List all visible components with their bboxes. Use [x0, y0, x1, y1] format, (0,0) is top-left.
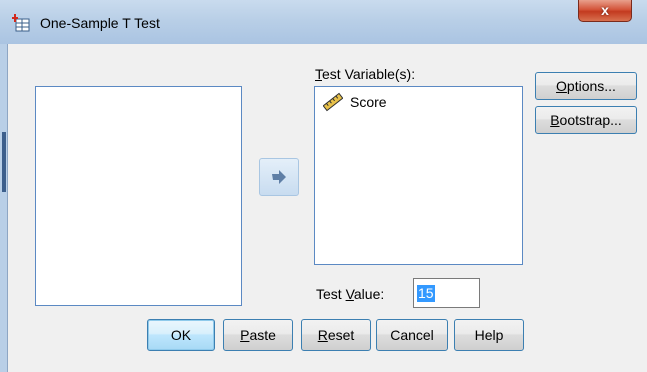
dialog-body: Test Variable(s): Score Options... Boots… — [8, 44, 647, 372]
frame-marker — [2, 132, 6, 192]
test-value-input[interactable]: 15 — [413, 278, 480, 308]
source-variable-list[interactable] — [35, 86, 242, 306]
ruler-scale-icon — [323, 92, 343, 112]
list-item-label: Score — [350, 94, 387, 110]
window-title: One-Sample T Test — [40, 15, 160, 31]
test-value-label: Test Value: — [316, 286, 385, 302]
help-button[interactable]: Help — [454, 319, 524, 351]
reset-button[interactable]: Reset — [301, 319, 371, 351]
cancel-button[interactable]: Cancel — [376, 319, 448, 351]
window-left-frame — [0, 44, 8, 372]
bootstrap-button[interactable]: Bootstrap... — [535, 106, 637, 134]
title-bar[interactable]: One-Sample T Test x — [0, 0, 647, 45]
options-button[interactable]: Options... — [535, 72, 637, 100]
arrow-right-icon — [272, 170, 286, 184]
test-variables-label: Test Variable(s): — [315, 66, 416, 82]
close-icon: x — [601, 2, 609, 18]
dialog-window: One-Sample T Test x Test Variable(s): Sc… — [0, 0, 647, 372]
test-value-text: 15 — [417, 285, 435, 302]
paste-button[interactable]: Paste — [223, 319, 293, 351]
test-variables-list[interactable]: Score — [314, 86, 523, 265]
move-variable-button[interactable] — [259, 158, 299, 196]
spss-table-icon — [12, 14, 30, 32]
close-button[interactable]: x — [578, 0, 632, 22]
ok-button[interactable]: OK — [147, 319, 215, 351]
